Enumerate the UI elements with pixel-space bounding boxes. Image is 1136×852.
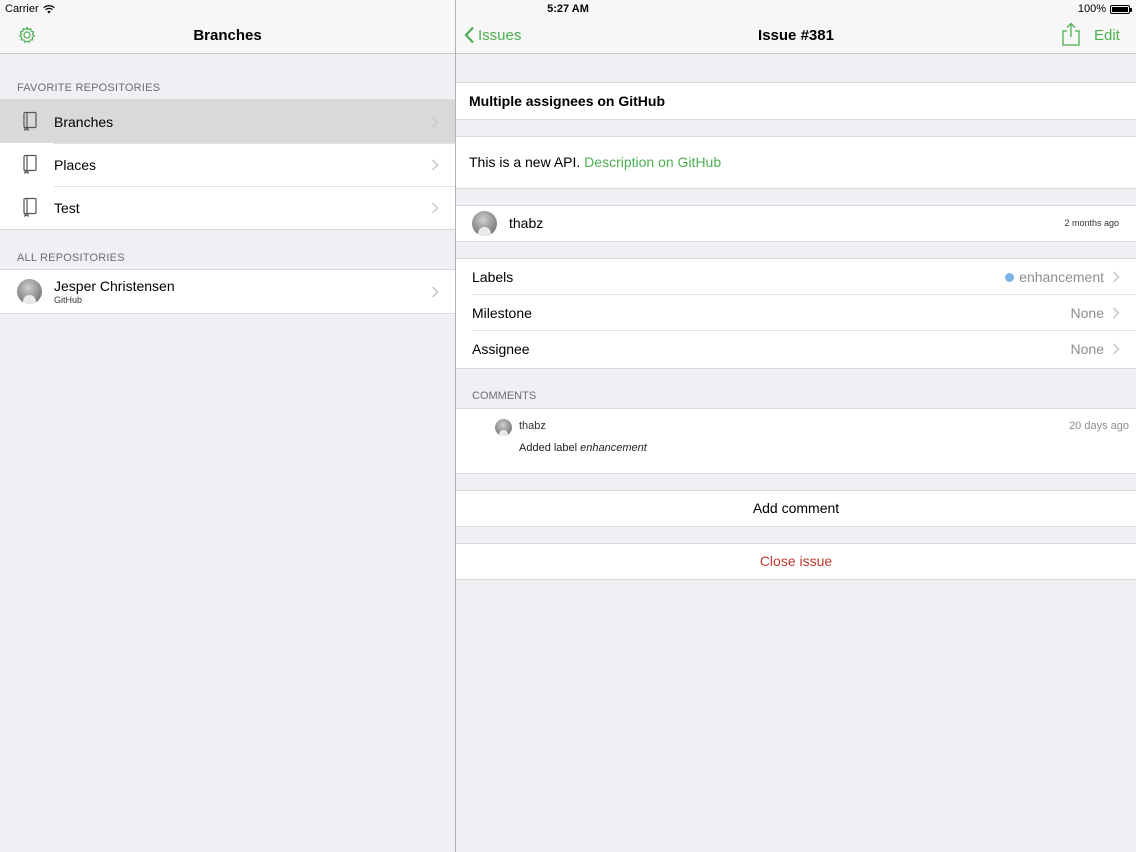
account-service: GitHub	[54, 295, 83, 305]
labels-row[interactable]: Labels enhancement	[456, 259, 1136, 295]
chevron-right-icon	[431, 285, 439, 298]
separator	[54, 143, 455, 144]
close-issue-button[interactable]: Close issue	[456, 544, 1136, 579]
comment-label-name: enhancement	[580, 442, 647, 454]
chevron-right-icon	[1112, 271, 1120, 283]
issue-description: This is a new API. Description on GitHub	[456, 137, 1136, 187]
assignee-key: Assignee	[472, 341, 530, 357]
edit-button[interactable]: Edit	[1094, 27, 1120, 44]
status-bar: Carrier 5:27 AM 100%	[0, 0, 1136, 18]
milestone-row[interactable]: Milestone None	[456, 295, 1136, 331]
accounts-list: Jesper Christensen GitHub	[0, 269, 455, 314]
repo-label: Places	[54, 156, 97, 173]
repo-cell-places[interactable]: Places	[0, 143, 455, 186]
repository-icon	[23, 154, 37, 174]
description-link[interactable]: Description on GitHub	[584, 154, 721, 170]
issue-nav-title: Issue #381	[758, 27, 834, 44]
all-repositories-section-header: ALL REPOSITORIES	[17, 252, 125, 264]
assignee-value: None	[1070, 341, 1104, 357]
author-name: thabz	[509, 215, 544, 231]
add-comment-row: Add comment	[456, 490, 1136, 527]
favorites-section-header: FAVORITE REPOSITORIES	[17, 82, 161, 94]
comment-author: thabz	[519, 420, 546, 432]
status-time: 5:27 AM	[547, 3, 589, 15]
comments-section-header: COMMENTS	[472, 390, 537, 402]
author-timestamp: 2 months ago	[1064, 218, 1119, 228]
chevron-right-icon	[431, 158, 439, 171]
milestone-value: None	[1070, 305, 1104, 321]
comment-timestamp: 20 days ago	[1069, 420, 1129, 432]
account-name: Jesper Christensen	[54, 278, 175, 294]
repo-cell-test[interactable]: Test	[0, 186, 455, 229]
labels-value: enhancement	[1005, 269, 1104, 285]
avatar	[17, 279, 42, 304]
chevron-right-icon	[1112, 307, 1120, 319]
issue-detail-pane: Issues Issue #381 Edit Multiple assignee…	[456, 0, 1136, 852]
repository-icon	[23, 197, 37, 217]
description-text: This is a new API.	[469, 154, 581, 170]
account-cell[interactable]: Jesper Christensen GitHub	[0, 270, 455, 313]
label-color-dot	[1005, 272, 1015, 282]
app-window: Branches FAVORITE REPOSITORIES Branches …	[0, 0, 1136, 852]
favorites-list: Branches Places Test	[0, 99, 455, 230]
battery-indicator: 100%	[1077, 3, 1132, 15]
close-issue-row: Close issue	[456, 543, 1136, 580]
issue-author-row: thabz 2 months ago	[456, 205, 1136, 242]
milestone-key: Milestone	[472, 305, 532, 321]
chevron-right-icon	[431, 115, 439, 128]
issue-title-row: Multiple assignees on GitHub	[456, 82, 1136, 120]
avatar	[495, 419, 512, 436]
add-comment-button[interactable]: Add comment	[456, 491, 1136, 526]
chevron-right-icon	[431, 201, 439, 214]
comment-body: Added label enhancement	[519, 442, 647, 454]
comment-item: thabz 20 days ago Added label enhancemen…	[456, 408, 1136, 474]
chevron-right-icon	[1112, 343, 1120, 355]
battery-percent: 100%	[1077, 3, 1106, 15]
repositories-pane: Branches FAVORITE REPOSITORIES Branches …	[0, 0, 455, 852]
left-nav-title: Branches	[193, 27, 262, 44]
repo-label: Branches	[54, 113, 114, 130]
battery-icon	[1110, 4, 1132, 14]
repo-cell-branches[interactable]: Branches	[0, 100, 455, 143]
issue-title: Multiple assignees on GitHub	[469, 93, 666, 109]
labels-key: Labels	[472, 269, 514, 285]
avatar	[472, 211, 497, 236]
repo-label: Test	[54, 199, 80, 216]
separator	[54, 186, 455, 187]
label-name: enhancement	[1019, 269, 1104, 285]
issue-properties: Labels enhancement Milestone None Assign…	[456, 258, 1136, 369]
issue-description-row: This is a new API. Description on GitHub	[456, 136, 1136, 189]
assignee-row[interactable]: Assignee None	[456, 331, 1136, 367]
repository-icon	[23, 111, 37, 131]
share-icon[interactable]	[1060, 22, 1082, 46]
comment-text: Added label	[519, 442, 578, 454]
